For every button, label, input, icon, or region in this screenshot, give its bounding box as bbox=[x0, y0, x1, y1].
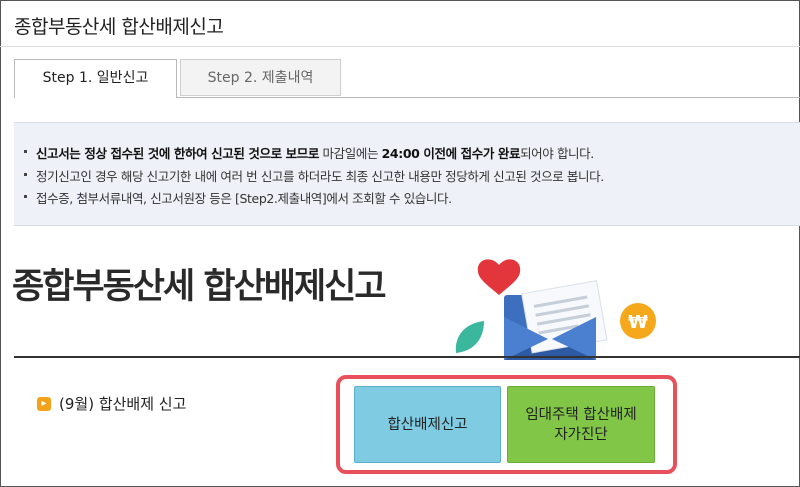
report-button[interactable]: 합산배제신고 bbox=[354, 386, 501, 463]
notice-box: 신고서는 정상 접수된 것에 한하여 신고된 것으로 보므로 마감일에는 24:… bbox=[14, 122, 800, 226]
section-label: ▸ (9월) 합산배제 신고 bbox=[37, 393, 186, 414]
notice-text: 되어야 합니다. bbox=[520, 146, 594, 161]
chevron-right-icon: ▸ bbox=[37, 396, 51, 411]
notice-emphasis: 24:00 이전에 접수가 완료 bbox=[381, 146, 521, 161]
heart-icon bbox=[477, 259, 521, 295]
banner-divider bbox=[14, 356, 800, 358]
envelope-icon bbox=[504, 280, 608, 360]
notice-item: 접수증, 첨부서류내역, 신고서원장 등은 [Step2.제출내역]에서 조회할… bbox=[24, 188, 452, 207]
notice-emphasis: 신고서는 정상 접수된 것에 한하여 신고된 것으로 보므로 bbox=[36, 146, 319, 161]
notice-item: 신고서는 정상 접수된 것에 한하여 신고된 것으로 보므로 마감일에는 24:… bbox=[24, 143, 594, 162]
leaf-icon bbox=[455, 321, 484, 353]
section-label-text: (9월) 합산배제 신고 bbox=[59, 395, 187, 413]
tab-step1-general-report[interactable]: Step 1. 일반신고 bbox=[14, 59, 177, 98]
notice-item: 정기신고인 경우 해당 신고기한 내에 여러 번 신고를 하더라도 최종 신고한… bbox=[24, 166, 604, 185]
page-title: 종합부동산세 합산배제신고 bbox=[14, 16, 224, 38]
tab-step2-submission-history[interactable]: Step 2. 제출내역 bbox=[180, 59, 341, 96]
envelope-heart-illustration: ₩ bbox=[455, 259, 656, 360]
self-check-button[interactable]: 임대주택 합산배제 자가진단 bbox=[507, 386, 655, 463]
notice-text: 마감일에는 bbox=[318, 146, 382, 161]
svg-text:₩: ₩ bbox=[628, 312, 648, 333]
title-divider bbox=[0, 46, 800, 47]
banner-title: 종합부동산세 합산배제신고 bbox=[12, 267, 387, 307]
won-coin-icon: ₩ bbox=[620, 303, 656, 339]
